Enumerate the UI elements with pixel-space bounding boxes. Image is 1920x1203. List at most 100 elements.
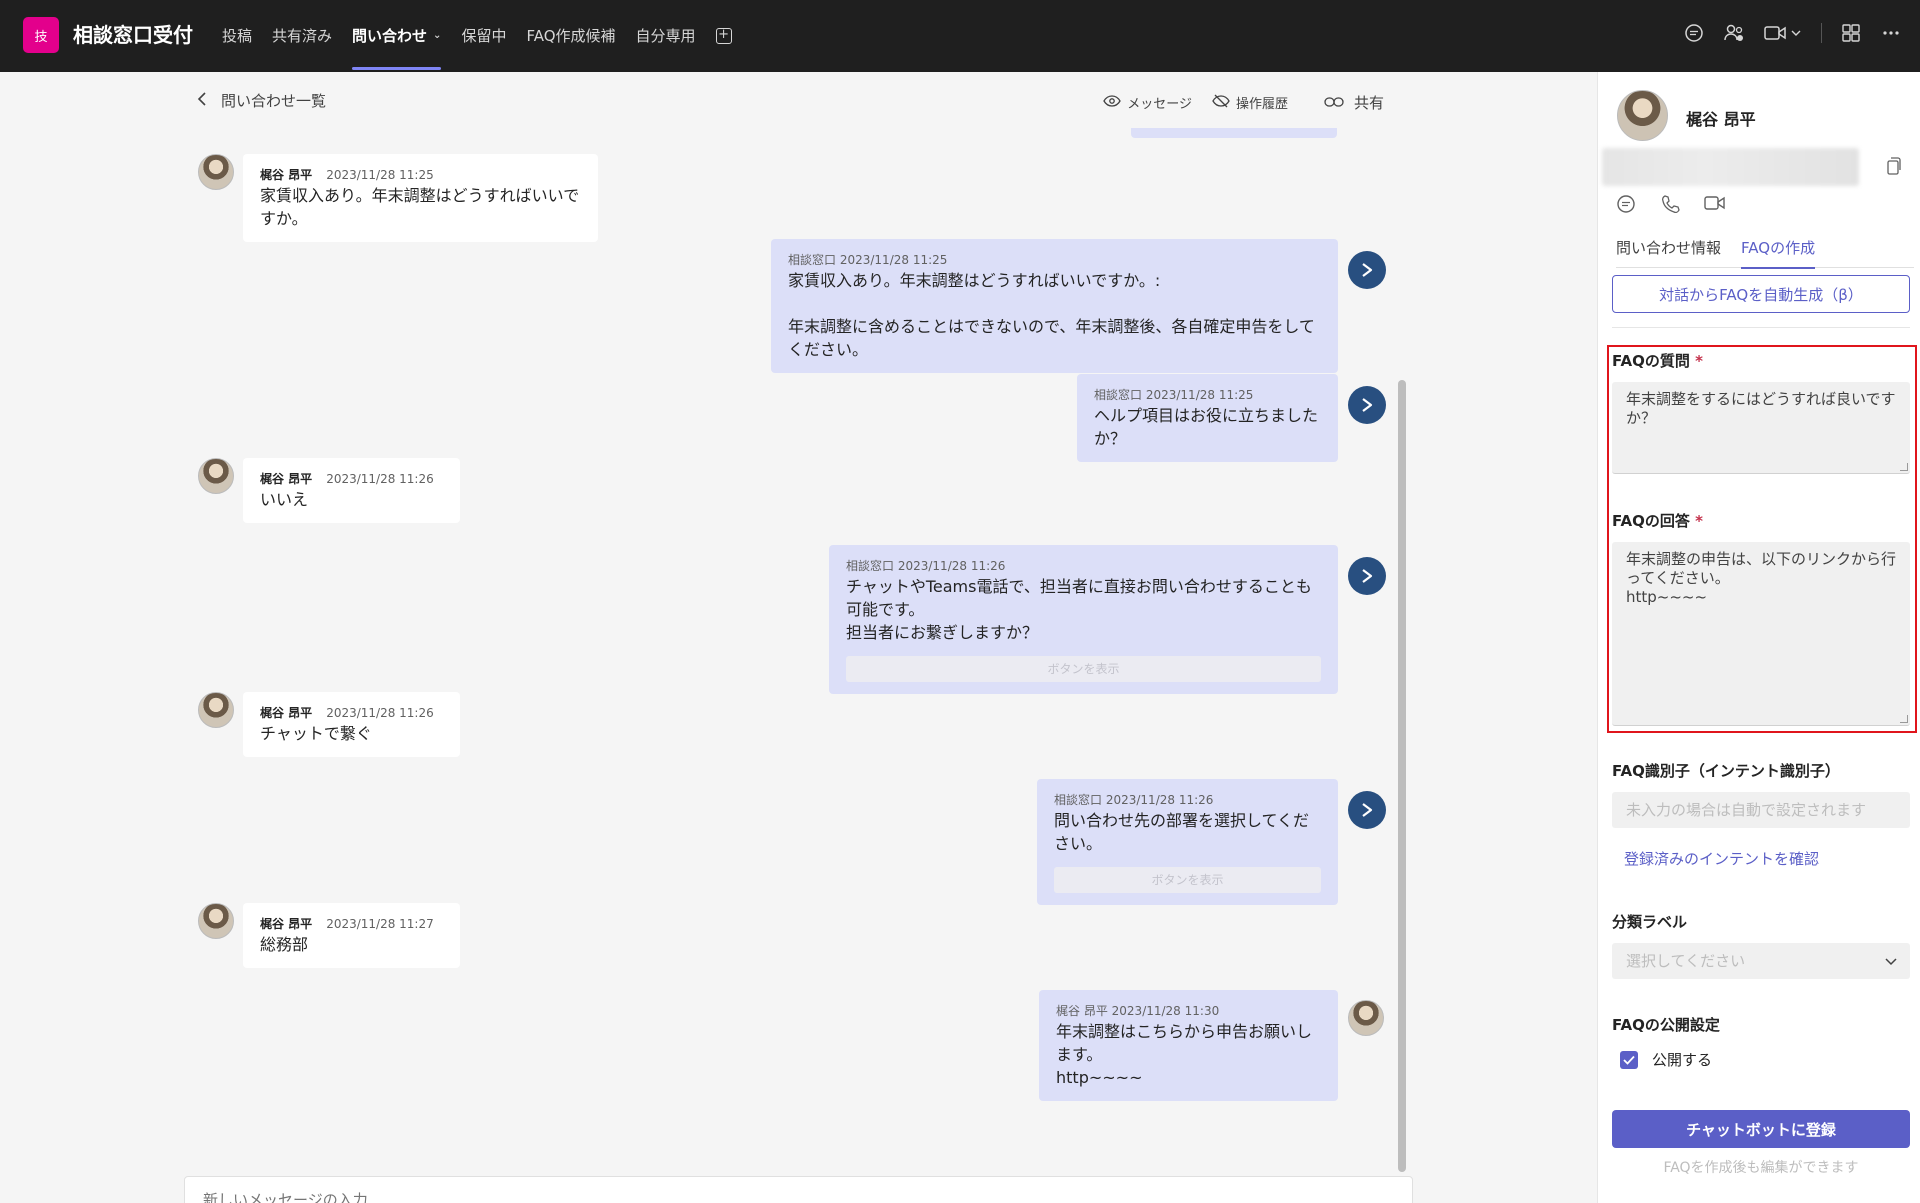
intent-link[interactable]: 登録済みのインテントを確認 — [1624, 848, 1819, 869]
message-incoming: 梶谷 昂平 2023/11/28 11:25 家賃収入あり。年末調整はどうすればい… — [198, 154, 598, 242]
publish-checkbox-row[interactable]: 公開する — [1620, 1049, 1712, 1070]
message-bubble: 相談窓口 2023/11/28 11:26 問い合わせ先の部署を選択してください… — [1037, 779, 1338, 905]
message-outgoing: 相談窓口 2023/11/28 11:26 問い合わせ先の部署を選択してください… — [1037, 779, 1386, 905]
chat-header-actions: メッセージ 操作履歴 共有 — [1103, 92, 1384, 113]
tab-label: 自分専用 — [635, 27, 696, 45]
history-button[interactable]: 操作履歴 — [1212, 93, 1288, 112]
avatar — [1617, 90, 1668, 141]
bot-avatar — [1348, 557, 1386, 595]
top-bar: 技 相談窓口受付 投稿 共有済み 問い合わせ ⌄ 保留中 FAQ作成候補 自分専用… — [0, 0, 1920, 72]
apps-icon[interactable] — [1840, 22, 1862, 44]
auto-generate-faq-button[interactable]: 対話からFAQを自動生成（β） — [1612, 275, 1910, 313]
chevron-down-icon: ⌄ — [433, 30, 442, 41]
tab-faq-candidates[interactable]: FAQ作成候補 — [526, 0, 615, 72]
video-icon[interactable] — [1763, 22, 1803, 44]
compose-box — [184, 1176, 1413, 1203]
category-select[interactable]: 選択してください — [1612, 943, 1910, 979]
chevron-left-icon — [197, 91, 207, 110]
message-incoming: 梶谷 昂平 2023/11/28 11:26 チャットで繋ぐ — [198, 692, 460, 757]
back-button[interactable]: 問い合わせ一覧 — [197, 90, 326, 111]
faq-answer-label: FAQの回答 * — [1612, 510, 1703, 531]
message-meta: 相談窓口 2023/11/28 11:26 — [1054, 791, 1321, 809]
show-button[interactable]: ボタンを表示 — [1054, 867, 1321, 893]
tab-shared[interactable]: 共有済み — [272, 0, 332, 72]
message-text: 家賃収入あり。年末調整はどうすればいいですか。: — [788, 271, 1161, 290]
answer-text: http~~~~ — [1626, 588, 1708, 606]
eye-icon — [1103, 94, 1121, 111]
more-icon[interactable] — [1880, 22, 1902, 44]
message-meta: 相談窓口 2023/11/28 11:25 — [1094, 386, 1321, 404]
phone-icon[interactable] — [1660, 194, 1680, 218]
message-bubble: 梶谷 昂平 2023/11/28 11:26 いいえ — [243, 458, 460, 523]
message-text: 問い合わせ先の部署を選択してください。 — [1054, 811, 1310, 853]
sender-name: 相談窓口 — [1094, 388, 1143, 402]
bot-icon — [1362, 803, 1373, 817]
edit-hint: FAQを作成後も編集ができます — [1663, 1160, 1859, 1176]
plus-icon: + — [715, 28, 732, 44]
sender-name: 相談窓口 — [1054, 793, 1103, 807]
label-text: FAQの回答 — [1612, 512, 1690, 530]
tab-create-faq[interactable]: FAQの作成 — [1741, 236, 1816, 269]
history-label: 操作履歴 — [1235, 97, 1288, 112]
required-mark: * — [1695, 352, 1703, 370]
message-button[interactable]: メッセージ — [1103, 93, 1192, 112]
tab-label: 保留中 — [461, 27, 507, 45]
add-tab-button[interactable]: + — [715, 0, 732, 72]
checkbox-label: 公開する — [1652, 1051, 1713, 1069]
tab-label: 投稿 — [222, 27, 253, 45]
timestamp: 2023/11/28 11:26 — [897, 559, 1006, 573]
message-bubble: 梶谷 昂平 2023/11/28 11:25 家賃収入あり。年末調整はどうすればい… — [243, 154, 598, 242]
panel-tabs: 問い合わせ情報 FAQの作成 — [1616, 236, 1914, 269]
message-meta: 相談窓口 2023/11/28 11:26 — [846, 557, 1321, 575]
sender-name: 梶谷 昂平 — [260, 168, 313, 182]
check-icon — [1623, 1055, 1635, 1065]
message-input[interactable] — [185, 1177, 1412, 1203]
contact-actions — [1616, 194, 1726, 218]
bot-avatar — [1348, 791, 1386, 829]
message-bubble: 梶谷 昂平 2023/11/28 11:27 総務部 — [243, 903, 460, 968]
chat-icon[interactable] — [1616, 194, 1636, 218]
faq-question-input[interactable]: 年末調整をするにはどうすれば良いですか？ — [1612, 382, 1910, 474]
message-outgoing-user: 梶谷 昂平 2023/11/28 11:30 年末調整はこちらから申告お願いしま… — [1039, 990, 1384, 1101]
faq-identifier-label: FAQ識別子（インテント識別子） — [1612, 762, 1840, 780]
people-icon[interactable] — [1723, 22, 1745, 44]
chat-icon[interactable] — [1683, 22, 1705, 44]
sender-name: 梶谷 昂平 — [260, 917, 313, 931]
publish-label: FAQの公開設定 — [1612, 1016, 1720, 1034]
tab-inquiries[interactable]: 問い合わせ ⌄ — [352, 0, 442, 72]
tab-personal[interactable]: 自分専用 — [636, 0, 696, 72]
faq-identifier-input[interactable]: 未入力の場合は自動で設定されます — [1612, 792, 1910, 828]
timestamp: 2023/11/28 11:30 — [1111, 1004, 1220, 1018]
bot-icon — [1362, 569, 1373, 583]
eye-off-icon — [1212, 94, 1230, 112]
message-text: 家賃収入あり。年末調整はどうすればいいですか。 — [260, 186, 580, 228]
tab-posts[interactable]: 投稿 — [222, 0, 252, 72]
sender-name: 相談窓口 — [846, 559, 895, 573]
checkbox[interactable] — [1620, 1050, 1638, 1069]
timestamp: 2023/11/28 11:27 — [326, 917, 434, 931]
tab-label: 問い合わせ — [352, 27, 428, 45]
message-meta: 梶谷 昂平 2023/11/28 11:26 — [260, 704, 443, 722]
tab-pending[interactable]: 保留中 — [461, 0, 506, 72]
register-chatbot-button[interactable]: チャットボットに登録 — [1612, 1110, 1910, 1148]
resize-handle[interactable] — [1900, 463, 1908, 471]
faq-answer-input[interactable]: 年末調整の申告は、以下のリンクから行ってください。 http~~~~ — [1612, 542, 1910, 726]
message-bubble: 相談窓口 2023/11/28 11:25 ヘルプ項目はお役に立ちましたか？ — [1077, 374, 1338, 462]
message-list: 梶谷 昂平 2023/11/28 11:25 家賃収入あり。年末調整はどうすればい… — [184, 128, 1400, 1152]
message-meta: 梶谷 昂平 2023/11/28 11:25 — [260, 166, 581, 184]
share-button[interactable]: 共有 — [1324, 92, 1384, 113]
tab-inquiry-info[interactable]: 問い合わせ情報 — [1616, 236, 1721, 268]
label-text: FAQの質問 — [1612, 352, 1690, 370]
bot-icon — [1362, 263, 1373, 277]
message-outgoing: 相談窓口 2023/11/28 11:25 家賃収入あり。年末調整はどうすればい… — [771, 239, 1386, 373]
video-icon[interactable] — [1704, 194, 1726, 218]
side-panel: 梶谷 昂平 問い合わせ情報 FAQの作成 対話からFAQを自動生成（β） FAQ… — [1597, 72, 1920, 1203]
message-incoming: 梶谷 昂平 2023/11/28 11:27 総務部 — [198, 903, 460, 968]
copy-icon[interactable] — [1884, 156, 1902, 180]
message-text: チャットで繋ぐ — [260, 724, 372, 743]
scrollbar[interactable] — [1398, 380, 1406, 1172]
resize-handle[interactable] — [1900, 715, 1908, 723]
chevron-down-icon — [1884, 943, 1898, 979]
show-button[interactable]: ボタンを表示 — [846, 656, 1321, 682]
